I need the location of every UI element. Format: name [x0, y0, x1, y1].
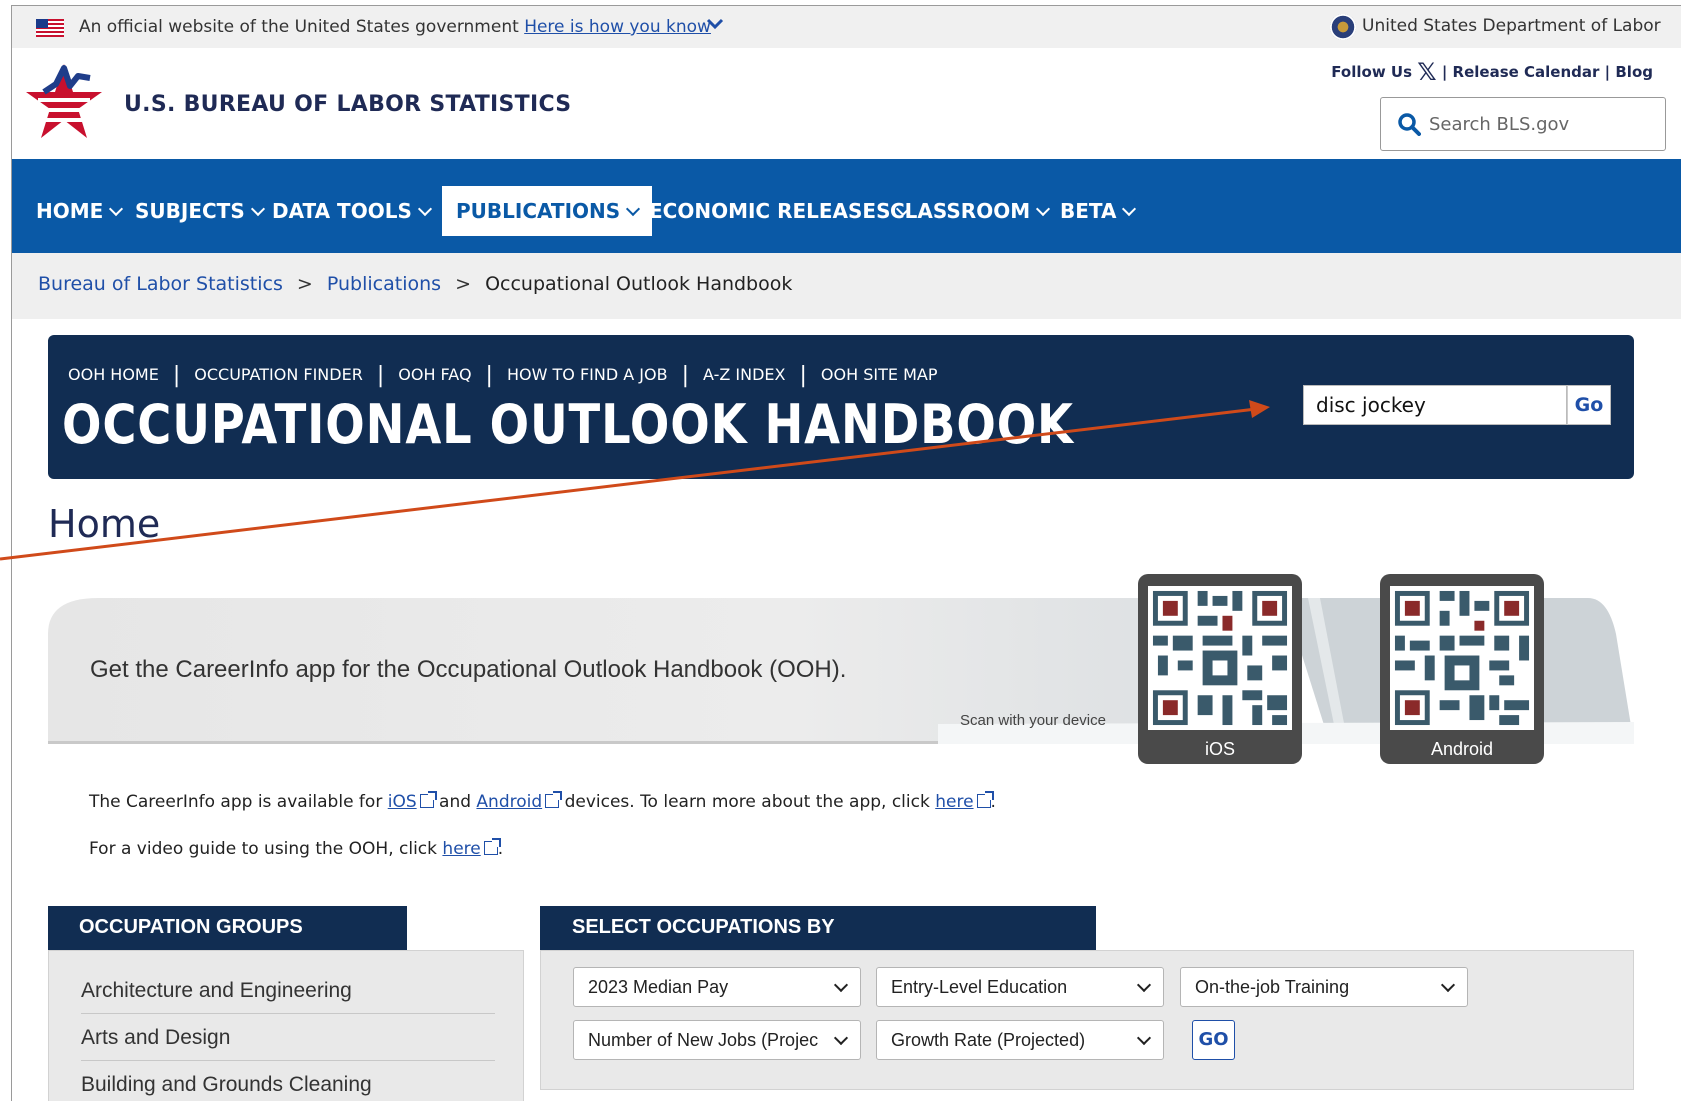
chevron-down-icon	[1122, 201, 1137, 217]
ooh-banner: OOH HOME | OCCUPATION FINDER | OOH FAQ | HOW T…	[48, 335, 1634, 479]
bls-search-box[interactable]	[1380, 97, 1666, 151]
ooh-home-link[interactable]: OOH HOME	[68, 365, 159, 384]
how-you-know-link[interactable]: Here is how you know	[524, 17, 711, 37]
ooh-search-box[interactable]	[1303, 385, 1567, 425]
dol-seal-icon	[1330, 14, 1356, 40]
chevron-down-icon	[1136, 1030, 1152, 1046]
follow-us-label: Follow Us	[1331, 63, 1413, 81]
qr-code-icon	[1390, 586, 1534, 730]
nav-data-tools[interactable]: DATA TOOLS	[258, 186, 444, 236]
job-training-select[interactable]: On-the-job Training	[1180, 967, 1468, 1007]
android-qr-card[interactable]: Android	[1380, 574, 1544, 764]
x-social-icon[interactable]: 𝕏	[1417, 58, 1436, 86]
entry-education-select[interactable]: Entry-Level Education	[876, 967, 1164, 1007]
breadcrumb-separator: >	[296, 273, 313, 295]
app-promo: Get the CareerInfo app for the Occupatio…	[48, 574, 1634, 764]
dol-link[interactable]: United States Department of Labor	[1362, 16, 1661, 36]
breadcrumb-separator: >	[455, 273, 472, 295]
ooh-search-input[interactable]	[1304, 386, 1566, 424]
occupation-group-item[interactable]: Arts and Design	[81, 1014, 495, 1061]
az-index-link[interactable]: A-Z INDEX	[703, 365, 786, 384]
nav-classroom[interactable]: CLASSROOM	[876, 186, 1062, 236]
search-icon[interactable]	[1397, 112, 1421, 136]
qr-code-icon	[1148, 586, 1292, 730]
gov-banner: An official website of the United States…	[12, 6, 1681, 48]
external-link-icon	[545, 791, 563, 808]
browser-page: An official website of the United States…	[11, 5, 1681, 1101]
promo-text: Get the CareerInfo app for the Occupatio…	[90, 656, 847, 683]
nav-publications[interactable]: PUBLICATIONS	[442, 186, 653, 236]
breadcrumb-bls[interactable]: Bureau of Labor Statistics	[38, 273, 283, 295]
chevron-down-icon	[1440, 977, 1456, 993]
select-occupations-panel: 2023 Median Pay Entry-Level Education On…	[540, 950, 1634, 1090]
scan-text: Scan with your device	[960, 712, 1106, 729]
new-jobs-select[interactable]: Number of New Jobs (Projected)	[573, 1020, 861, 1060]
breadcrumb: Bureau of Labor Statistics > Publication…	[12, 253, 1681, 319]
blog-link[interactable]: Blog	[1615, 63, 1653, 81]
nav-home[interactable]: HOME	[22, 186, 135, 236]
chevron-down-icon	[1136, 977, 1152, 993]
app-info-here-link[interactable]: here	[935, 792, 973, 812]
nav-beta[interactable]: BETA	[1046, 186, 1148, 236]
growth-rate-select[interactable]: Growth Rate (Projected)	[876, 1020, 1164, 1060]
occupation-group-item[interactable]: Building and Grounds Cleaning	[81, 1061, 495, 1101]
official-site-text: An official website of the United States…	[79, 17, 711, 37]
android-link[interactable]: Android	[476, 792, 542, 812]
select-occupations-header: SELECT OCCUPATIONS BY	[540, 906, 1096, 950]
median-pay-select[interactable]: 2023 Median Pay	[573, 967, 861, 1007]
ios-link[interactable]: iOS	[388, 792, 417, 812]
site-title[interactable]: U.S. BUREAU OF LABOR STATISTICS	[124, 92, 571, 117]
ooh-site-map-link[interactable]: OOH SITE MAP	[821, 365, 938, 384]
ooh-faq-link[interactable]: OOH FAQ	[398, 365, 471, 384]
how-to-find-job-link[interactable]: HOW TO FIND A JOB	[507, 365, 668, 384]
video-guide-here-link[interactable]: here	[442, 839, 480, 859]
occupation-groups-panel: Architecture and Engineering Arts and De…	[48, 950, 524, 1101]
us-flag-icon	[36, 19, 64, 37]
ios-qr-card[interactable]: iOS	[1138, 574, 1302, 764]
ios-label: iOS	[1204, 739, 1235, 759]
ooh-go-button[interactable]: Go	[1567, 385, 1611, 425]
external-link-icon	[419, 791, 437, 808]
chevron-down-icon	[833, 977, 849, 993]
bls-logo-icon[interactable]	[24, 58, 104, 146]
external-link-icon	[483, 838, 501, 855]
release-calendar-link[interactable]: Release Calendar	[1453, 63, 1600, 81]
ooh-title[interactable]: OCCUPATIONAL OUTLOOK HANDBOOK	[62, 393, 1074, 456]
app-info-line: The CareerInfo app is available for iOS …	[89, 791, 996, 812]
video-guide-line: For a video guide to using the OOH, clic…	[89, 838, 504, 859]
android-label: Android	[1430, 739, 1494, 759]
ooh-subnav: OOH HOME | OCCUPATION FINDER | OOH FAQ | HOW T…	[68, 363, 938, 388]
nav-subjects[interactable]: SUBJECTS	[121, 186, 277, 236]
occupation-group-item[interactable]: Architecture and Engineering	[81, 967, 495, 1014]
chevron-down-icon[interactable]	[706, 16, 724, 35]
chevron-down-icon	[833, 1030, 849, 1046]
occupation-groups-header: OCCUPATION GROUPS	[48, 906, 407, 950]
chevron-down-icon	[417, 201, 432, 217]
page-title: Home	[48, 502, 161, 546]
external-link-icon	[976, 791, 994, 808]
select-go-button[interactable]: GO	[1192, 1020, 1235, 1060]
header-links: Follow Us 𝕏 | Release Calendar | Blog	[1331, 58, 1653, 86]
main-nav: HOME SUBJECTS DATA TOOLS PUBLICATIONS EC…	[12, 159, 1681, 253]
bls-search-input[interactable]	[1429, 108, 1649, 140]
breadcrumb-publications[interactable]: Publications	[327, 273, 441, 295]
breadcrumb-current: Occupational Outlook Handbook	[485, 273, 793, 295]
occupation-finder-link[interactable]: OCCUPATION FINDER	[194, 365, 363, 384]
